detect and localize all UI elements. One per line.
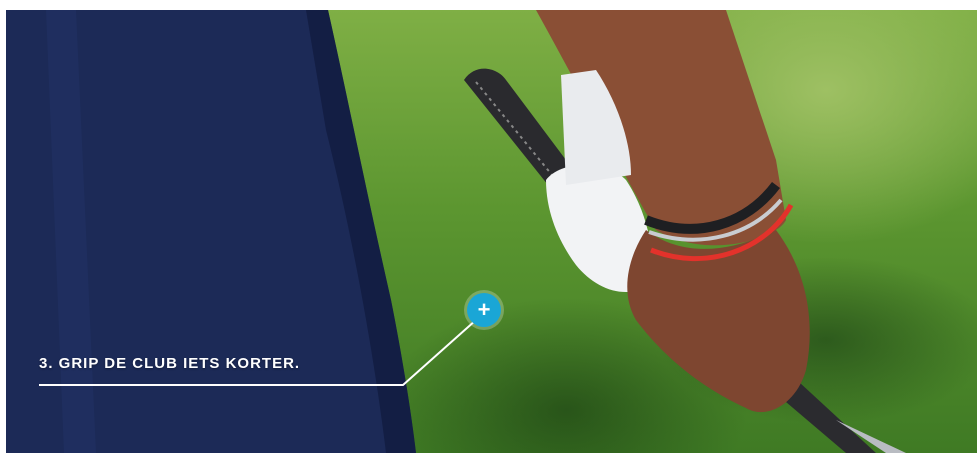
photo: 3. GRIP DE CLUB IETS KORTER. +: [6, 10, 977, 453]
golf-grip-photo: [6, 10, 906, 453]
plus-icon: +: [477, 297, 491, 322]
hotspot-caption: 3. GRIP DE CLUB IETS KORTER.: [39, 355, 301, 372]
hotspot-button[interactable]: +: [467, 293, 501, 327]
